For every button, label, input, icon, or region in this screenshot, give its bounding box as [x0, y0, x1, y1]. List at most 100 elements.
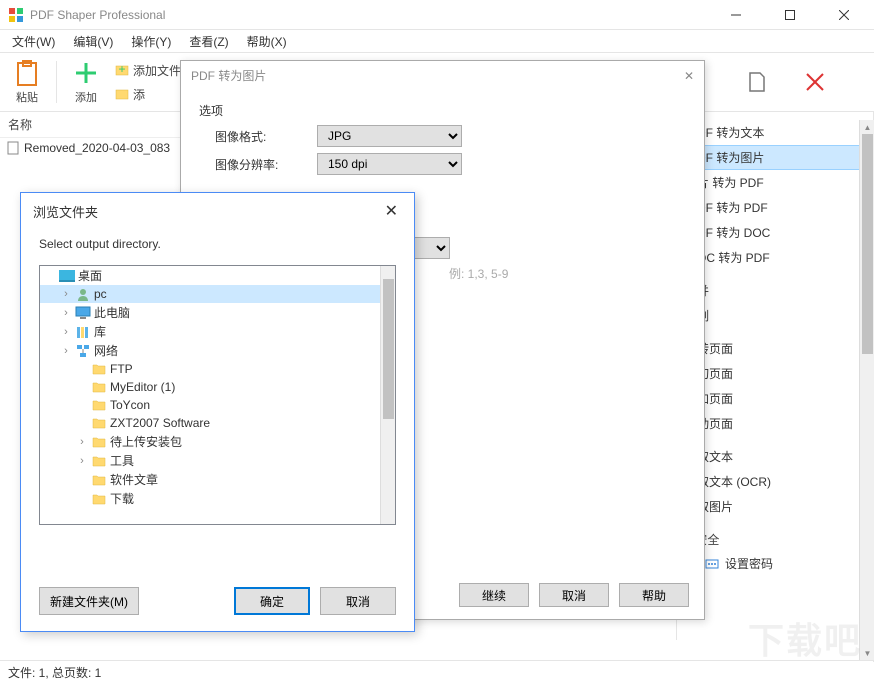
file-name: Removed_2020-04-03_083	[24, 141, 170, 155]
user-icon	[75, 286, 91, 302]
network-icon	[75, 343, 91, 359]
tree-node-downloads[interactable]: 下载	[40, 489, 395, 508]
expand-icon[interactable]: ›	[60, 345, 72, 357]
scrollbar[interactable]: ▲ ▼	[859, 120, 874, 660]
page-icon	[6, 141, 20, 155]
folder-icon	[91, 397, 107, 413]
menu-action[interactable]: 操作(Y)	[123, 31, 179, 52]
action-set-password[interactable]: 设置密码	[677, 552, 866, 575]
action-extract-image[interactable]: 取图片	[677, 494, 866, 519]
tree-node-this-pc[interactable]: › 此电脑	[40, 303, 395, 322]
tree-node-myeditor[interactable]: MyEditor (1)	[40, 378, 395, 396]
image-format-label: 图像格式:	[215, 128, 305, 145]
action-move-page[interactable]: 动页面	[677, 411, 866, 436]
dpi-select[interactable]: 150 dpi	[317, 153, 462, 175]
folder-icon	[91, 379, 107, 395]
plus-icon	[73, 59, 99, 87]
statusbar: 文件: 1, 总页数: 1	[0, 660, 874, 682]
close-icon[interactable]: ✕	[381, 201, 402, 221]
ok-button[interactable]: 确定	[234, 587, 310, 615]
tree-scrollbar[interactable]	[380, 266, 395, 524]
app-logo-icon	[8, 7, 24, 23]
folder-icon	[91, 453, 107, 469]
dialog-message: Select output directory.	[21, 229, 414, 265]
expand-icon[interactable]: ›	[60, 288, 72, 300]
action-pdf-to-image[interactable]: DF 转为图片	[677, 145, 866, 170]
action-add-page[interactable]: 加页面	[677, 386, 866, 411]
action-split[interactable]: 割	[677, 303, 866, 328]
folder-tree: 桌面 › pc › 此电脑 › 库 › 网络 FTP	[39, 265, 396, 525]
scroll-down-icon[interactable]: ▼	[860, 646, 874, 660]
new-folder-button[interactable]: 新建文件夹(M)	[39, 587, 139, 615]
desktop-icon	[59, 268, 75, 284]
paste-button[interactable]: 粘贴	[8, 56, 46, 108]
close-button[interactable]	[826, 2, 862, 28]
close-icon[interactable]: ✕	[684, 69, 694, 83]
app-title: PDF Shaper Professional	[30, 8, 718, 22]
folder-icon	[115, 87, 129, 101]
folder-plus-icon: +	[115, 63, 129, 77]
action-pdf-to-text[interactable]: DF 转为文本	[677, 120, 866, 145]
folder-icon	[91, 491, 107, 507]
tree-node-network[interactable]: › 网络	[40, 341, 395, 360]
add-button[interactable]: 添加	[67, 56, 105, 108]
action-extract-text[interactable]: 取文本	[677, 444, 866, 469]
dialog-title: 浏览文件夹	[33, 202, 381, 221]
action-pdf-to-pdf[interactable]: DF 转为 PDF	[677, 195, 866, 220]
password-icon	[705, 558, 719, 570]
expand-icon[interactable]: ›	[60, 307, 72, 319]
clipboard-icon	[14, 59, 40, 87]
folder-icon	[91, 472, 107, 488]
tree-node-pc-user[interactable]: › pc	[40, 285, 395, 303]
expand-icon[interactable]: ›	[76, 455, 88, 467]
options-label: 选项	[199, 102, 686, 119]
scroll-up-icon[interactable]: ▲	[860, 120, 874, 134]
menubar: 文件(W) 编辑(V) 操作(Y) 查看(Z) 帮助(X)	[0, 30, 874, 52]
tree-node-ftp[interactable]: FTP	[40, 360, 395, 378]
cancel-button[interactable]: 取消	[320, 587, 396, 615]
action-rotate-page[interactable]: 转页面	[677, 336, 866, 361]
cancel-button[interactable]: 取消	[539, 583, 609, 607]
range-hint: 例: 1,3, 5-9	[449, 265, 508, 282]
menu-help[interactable]: 帮助(X)	[239, 31, 295, 52]
action-pdf-to-doc[interactable]: DF 转为 DOC	[677, 220, 866, 245]
page-icon	[746, 71, 768, 93]
help-button[interactable]: 帮助	[619, 583, 689, 607]
minimize-button[interactable]	[718, 2, 754, 28]
menu-view[interactable]: 查看(Z)	[181, 31, 236, 52]
folder-icon	[91, 415, 107, 431]
action-merge[interactable]: 并	[677, 278, 866, 303]
tree-node-tools[interactable]: › 工具	[40, 451, 395, 470]
tree-node-desktop[interactable]: 桌面	[40, 266, 395, 285]
menu-edit[interactable]: 编辑(V)	[65, 31, 121, 52]
action-extract-text-ocr[interactable]: 取文本 (OCR)	[677, 469, 866, 494]
titlebar: PDF Shaper Professional	[0, 0, 874, 30]
group-security[interactable]: ⌄ 安全	[677, 527, 866, 552]
folder-icon	[91, 434, 107, 450]
action-image-to-pdf[interactable]: 片 转为 PDF	[677, 170, 866, 195]
tree-node-articles[interactable]: 软件文章	[40, 470, 395, 489]
expand-icon[interactable]: ›	[60, 326, 72, 338]
image-format-select[interactable]: JPG	[317, 125, 462, 147]
continue-button[interactable]: 继续	[459, 583, 529, 607]
delete-icon	[804, 71, 826, 93]
browse-folder-dialog: 浏览文件夹 ✕ Select output directory. 桌面 › pc…	[20, 192, 415, 632]
menu-file[interactable]: 文件(W)	[4, 31, 63, 52]
svg-text:+: +	[118, 63, 125, 76]
toolbar-separator	[56, 61, 57, 103]
expand-icon[interactable]: ›	[76, 436, 88, 448]
action-doc-to-pdf[interactable]: OC 转为 PDF	[677, 245, 866, 270]
action-crop-page[interactable]: 切页面	[677, 361, 866, 386]
tree-node-toycon[interactable]: ToYcon	[40, 396, 395, 414]
folder-icon	[91, 361, 107, 377]
tree-node-zxt[interactable]: ZXT2007 Software	[40, 414, 395, 432]
scroll-thumb[interactable]	[862, 134, 873, 354]
maximize-button[interactable]	[772, 2, 808, 28]
library-icon	[75, 324, 91, 340]
dialog-title: PDF 转为图片	[191, 67, 684, 84]
computer-icon	[75, 305, 91, 321]
tree-node-pending[interactable]: › 待上传安装包	[40, 432, 395, 451]
tree-node-library[interactable]: › 库	[40, 322, 395, 341]
dpi-label: 图像分辨率:	[215, 156, 305, 173]
scroll-thumb[interactable]	[383, 279, 394, 419]
